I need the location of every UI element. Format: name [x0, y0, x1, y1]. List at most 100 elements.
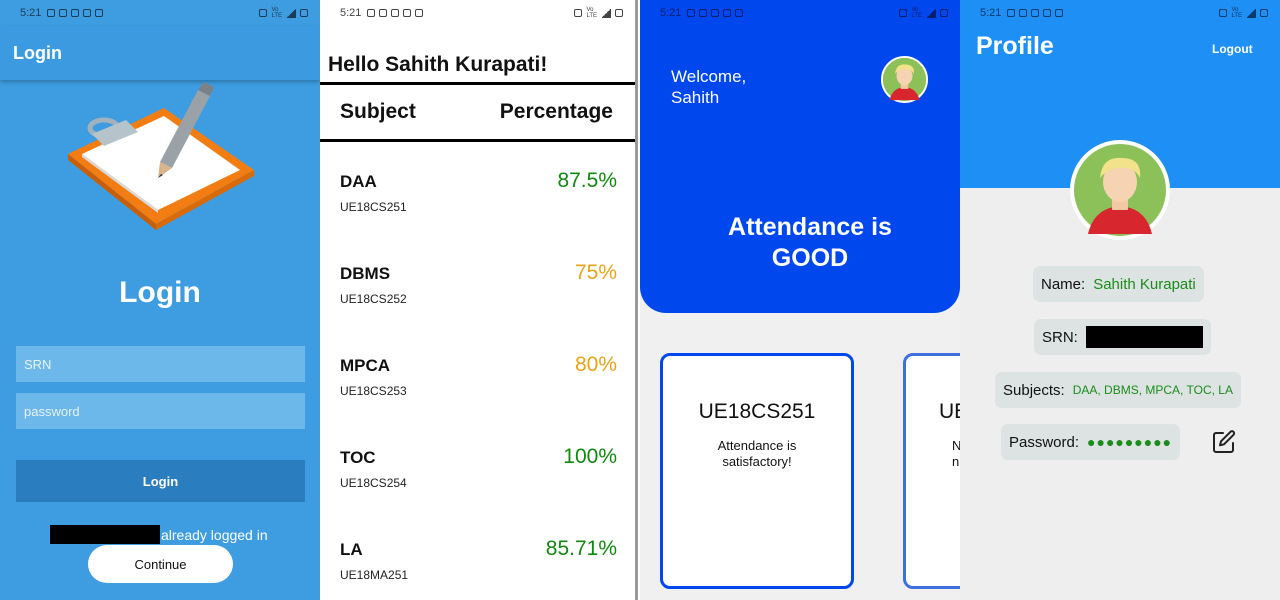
subject-percentage: 80% [574, 353, 617, 376]
redacted-srn [1085, 326, 1203, 348]
battery-icon [1260, 9, 1268, 17]
network-icon: Vo LTE [911, 7, 922, 19]
battery-icon [300, 9, 308, 17]
subjects-screen: 5:21 Vo LTE Hello Sahith Kurapati! Subjec… [320, 0, 638, 600]
subject-attendance-card[interactable]: UE N n [903, 353, 960, 589]
attendance-status: Attendance is GOOD [710, 212, 910, 274]
card-message: N n [952, 438, 960, 469]
subject-name: DBMS [340, 264, 391, 283]
system-icons: Vo LTE [574, 7, 623, 19]
notification-icons [1007, 9, 1064, 17]
card-subject-code: UE18CS251 [698, 400, 816, 423]
battery-icon [615, 9, 623, 17]
login-button[interactable]: Login [16, 460, 305, 502]
alarm-icon [899, 9, 908, 17]
subject-code: UE18MA251 [340, 568, 409, 582]
subjects-value: DAA, DBMS, MPCA, TOC, LA [1072, 383, 1233, 397]
subject-row[interactable]: TOC UE18CS254 100% [320, 428, 635, 520]
profile-screen: 5:21 Vo LTE Profile Logout Name: Sahith K… [960, 0, 1280, 600]
appbar-title: Login [13, 42, 62, 63]
status-bar: 5:21 Vo LTE [640, 0, 960, 26]
subject-row[interactable]: DBMS UE18CS252 75% [320, 244, 635, 336]
greeting: Hello Sahith Kurapati! [328, 53, 548, 76]
status-bar: 5:21 Vo LTE [960, 0, 1280, 26]
status-time: 5:21 [20, 7, 42, 19]
subject-percentage: 85.71% [545, 537, 617, 560]
signal-icon [601, 8, 611, 18]
login-heading: Login [119, 276, 201, 309]
welcome-line: Welcome, [671, 67, 747, 86]
welcome-name: Sahith [671, 88, 720, 107]
subject-code: UE18CS254 [340, 476, 407, 490]
table-header: Subject Percentage [320, 82, 635, 142]
password-label: Password: [1009, 433, 1080, 451]
status-value: GOOD [771, 244, 849, 272]
network-icon: Vo LTE [271, 7, 282, 19]
clipboard-pencil-logo [68, 82, 254, 230]
subject-percentage: 100% [563, 445, 617, 468]
subject-code: UE18CS253 [340, 384, 407, 398]
network-icon: Vo LTE [586, 7, 597, 19]
network-icon: Vo LTE [1231, 7, 1242, 19]
subject-name: TOC [340, 448, 376, 467]
subjects-label: Subjects: [1003, 381, 1065, 399]
subject-name: MPCA [340, 356, 391, 375]
status-time: 5:21 [340, 7, 362, 19]
continue-button[interactable]: Continue [88, 545, 233, 583]
name-label: Name: [1041, 275, 1086, 293]
alarm-icon [259, 9, 268, 17]
subject-percentage: 87.5% [557, 169, 617, 192]
subject-row[interactable]: DAA UE18CS251 87.5% [320, 152, 635, 244]
already-logged-in-text: already logged in [161, 527, 268, 543]
subject-name: LA [340, 540, 363, 559]
status-bar: 5:21 Vo LTE [320, 0, 635, 26]
subject-code: UE18CS251 [340, 200, 407, 214]
subjects-chip: Subjects: DAA, DBMS, MPCA, TOC, LA [995, 372, 1241, 408]
edit-icon[interactable] [1212, 430, 1236, 454]
login-screen: 5:21 VoLTE Login Login Login already log… [0, 0, 320, 600]
redacted-username [50, 525, 160, 544]
system-icons: Vo LTE [259, 7, 308, 19]
screens: 5:21 VoLTE Login Login Login already log… [0, 0, 1280, 600]
attendance-screen: 5:21 Vo LTE Welcome, Sahith Attendance is… [640, 0, 960, 600]
notification-icons [367, 9, 424, 17]
signal-icon [926, 8, 936, 18]
subject-percentage: 75% [574, 261, 617, 284]
signal-icon [1246, 8, 1256, 18]
system-icons: Vo LTE [899, 7, 948, 19]
password-value: ●●●●●●●●● [1087, 434, 1173, 450]
status-time: 5:21 [980, 7, 1002, 19]
password-input[interactable] [16, 393, 305, 429]
profile-avatar [1070, 140, 1170, 240]
status-time: 5:21 [660, 7, 682, 19]
card-subject-code: UE [939, 400, 960, 423]
signal-icon [286, 8, 296, 18]
welcome-text: Welcome, Sahith [671, 66, 746, 108]
notification-icons [687, 9, 744, 17]
logout-button[interactable]: Logout [1212, 42, 1253, 56]
subject-row[interactable]: MPCA UE18CS253 80% [320, 336, 635, 428]
card-message: Attendance is satisfactory! [717, 438, 797, 469]
avatar[interactable] [881, 56, 928, 103]
subject-row[interactable]: LA UE18MA251 85.71% [320, 520, 635, 600]
alarm-icon [574, 9, 583, 17]
subject-name: DAA [340, 172, 377, 191]
status-line: Attendance is [728, 213, 892, 241]
subject-column-header: Subject [340, 100, 416, 123]
name-value: Sahith Kurapati [1093, 275, 1196, 293]
system-icons: Vo LTE [1219, 7, 1268, 19]
app-bar: Login [0, 26, 320, 80]
subject-code: UE18CS252 [340, 292, 407, 306]
battery-icon [940, 9, 948, 17]
subject-attendance-card[interactable]: UE18CS251 Attendance is satisfactory! [660, 353, 854, 589]
percentage-column-header: Percentage [499, 100, 613, 123]
srn-input[interactable] [16, 346, 305, 382]
srn-chip: SRN: [1034, 319, 1211, 355]
alarm-icon [1219, 9, 1228, 17]
password-chip: Password: ●●●●●●●●● [1001, 424, 1181, 460]
srn-label: SRN: [1042, 328, 1078, 346]
notification-icons [47, 9, 104, 17]
status-bar: 5:21 Vo LTE [0, 0, 320, 26]
name-chip: Name: Sahith Kurapati [1033, 266, 1204, 302]
page-title: Profile [976, 32, 1054, 60]
